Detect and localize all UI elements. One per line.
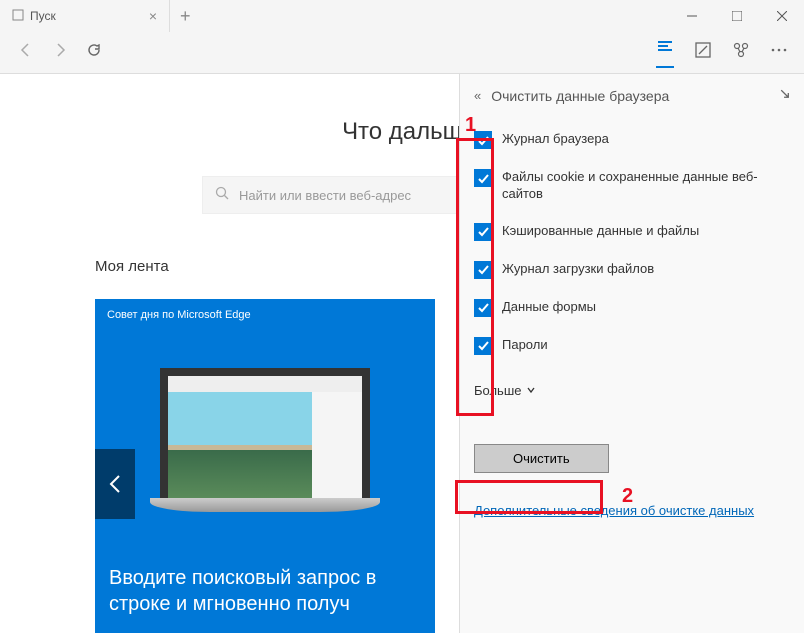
checkbox-label: Данные формы: [502, 299, 596, 316]
checkbox-browsing-history[interactable]: [474, 131, 492, 149]
panel-back-button[interactable]: «: [474, 88, 481, 103]
checkbox-row: Данные формы: [474, 299, 790, 317]
nav-left: [8, 42, 102, 63]
hub-button[interactable]: [656, 37, 674, 68]
checkbox-row: Пароли: [474, 337, 790, 355]
checkbox-download-history[interactable]: [474, 261, 492, 279]
share-button[interactable]: [732, 41, 750, 64]
checkbox-passwords[interactable]: [474, 337, 492, 355]
clear-button[interactable]: Очистить: [474, 444, 609, 473]
more-label: Больше: [474, 383, 522, 398]
browser-tab[interactable]: Пуск ×: [0, 0, 170, 32]
checkbox-list: Журнал браузера Файлы cookie и сохраненн…: [460, 117, 804, 383]
card-image: [95, 331, 435, 549]
annotation-label-1: 1: [465, 114, 476, 137]
tabs-area: Пуск × +: [0, 0, 201, 32]
carousel-prev-button[interactable]: [95, 449, 135, 519]
forward-button[interactable]: [52, 42, 68, 63]
refresh-button[interactable]: [86, 42, 102, 63]
panel-header: « Очистить данные браузера: [460, 74, 804, 117]
checkbox-row: Журнал браузера: [474, 131, 790, 149]
minimize-button[interactable]: [669, 0, 714, 32]
title-bar: Пуск × +: [0, 0, 804, 32]
tab-title: Пуск: [30, 9, 56, 23]
search-icon: [215, 186, 229, 205]
pin-icon[interactable]: [771, 84, 794, 107]
checkbox-cookies[interactable]: [474, 169, 492, 187]
checkbox-form-data[interactable]: [474, 299, 492, 317]
clear-button-row: Очистить: [460, 444, 804, 473]
checkbox-label: Журнал загрузки файлов: [502, 261, 654, 278]
annotation-label-2: 2: [622, 485, 633, 508]
checkbox-label: Кэшированные данные и файлы: [502, 223, 699, 240]
close-window-button[interactable]: [759, 0, 804, 32]
tab-page-icon: [12, 9, 24, 24]
clear-data-panel: « Очистить данные браузера Журнал браузе…: [459, 74, 804, 633]
checkbox-row: Журнал загрузки файлов: [474, 261, 790, 279]
window-controls: [669, 0, 804, 32]
card-text: Вводите поисковый запрос в строке и мгно…: [95, 549, 435, 633]
checkbox-label: Файлы cookie и сохраненные данные веб-са…: [502, 169, 790, 203]
more-button[interactable]: [770, 41, 788, 64]
carousel: Совет дня по Microsoft Edge Вводите поис…: [95, 299, 435, 633]
chevron-down-icon: [526, 383, 536, 398]
tip-card[interactable]: Совет дня по Microsoft Edge Вводите поис…: [95, 299, 435, 633]
nav-right: [656, 37, 796, 68]
search-placeholder: Найти или ввести веб-адрес: [239, 188, 411, 203]
checkbox-row: Кэшированные данные и файлы: [474, 223, 790, 241]
more-toggle[interactable]: Больше: [460, 383, 804, 398]
panel-title: Очистить данные браузера: [491, 88, 766, 104]
close-tab-icon[interactable]: ×: [149, 8, 157, 24]
note-button[interactable]: [694, 41, 712, 64]
back-button[interactable]: [18, 42, 34, 63]
checkbox-row: Файлы cookie и сохраненные данные веб-са…: [474, 169, 790, 203]
checkbox-cached-data[interactable]: [474, 223, 492, 241]
toolbar: [0, 32, 804, 74]
checkbox-label: Журнал браузера: [502, 131, 609, 148]
checkbox-label: Пароли: [502, 337, 548, 354]
maximize-button[interactable]: [714, 0, 759, 32]
main-content: Что дальш Найти или ввести веб-адрес Моя…: [0, 74, 804, 633]
card-header: Совет дня по Microsoft Edge: [95, 299, 435, 331]
new-tab-button[interactable]: +: [170, 6, 201, 27]
